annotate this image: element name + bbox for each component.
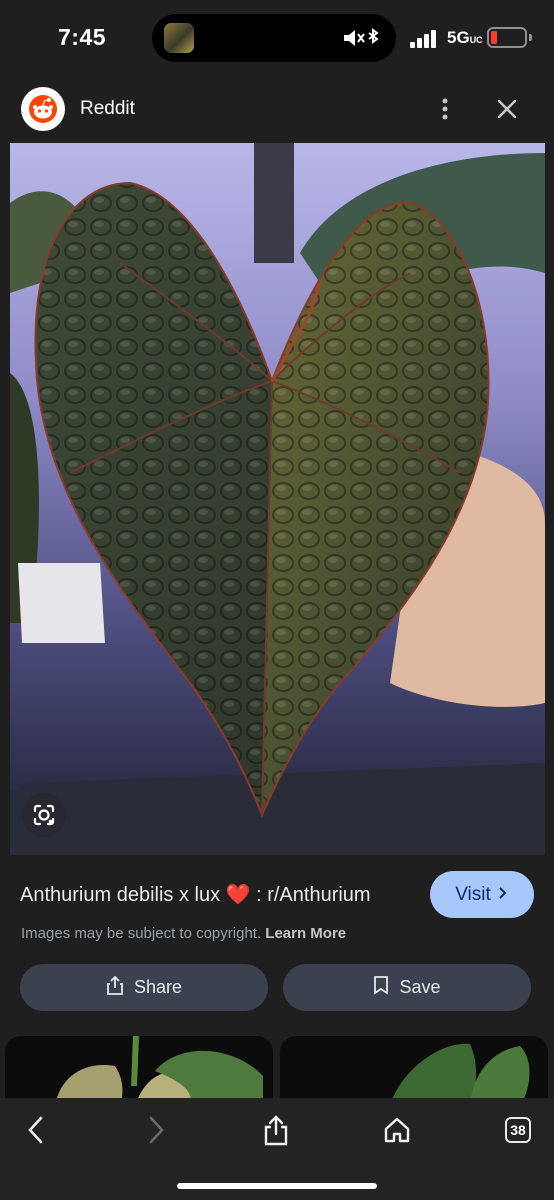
share-label: Share	[133, 977, 183, 997]
result-image[interactable]	[10, 143, 545, 855]
share-icon[interactable]	[256, 1110, 296, 1150]
tab-count: 38	[505, 1117, 531, 1143]
app-title: Reddit	[80, 98, 135, 119]
share-button[interactable]: Share	[20, 964, 268, 1011]
visit-label: Visit	[455, 883, 491, 905]
more-vert-icon[interactable]	[430, 94, 460, 124]
battery-cap	[529, 34, 532, 41]
dynamic-island[interactable]	[152, 14, 396, 62]
save-label: Save	[399, 977, 441, 997]
result-title[interactable]: Anthurium debilis x lux ❤️ : r/Anthurium	[20, 882, 371, 907]
home-icon[interactable]	[377, 1110, 417, 1150]
tabs-icon[interactable]: 38	[498, 1110, 538, 1150]
network-label: 5GUC	[447, 28, 483, 47]
forward-icon[interactable]	[136, 1110, 176, 1150]
reddit-logo-icon	[21, 87, 65, 131]
close-icon[interactable]	[492, 94, 522, 124]
visit-button[interactable]: Visit	[430, 871, 534, 918]
now-playing-thumbnail-icon[interactable]	[164, 23, 194, 53]
app-header: Reddit	[0, 78, 554, 142]
google-lens-icon[interactable]	[22, 793, 66, 837]
home-indicator[interactable]	[177, 1183, 377, 1189]
save-button[interactable]: Save	[283, 964, 531, 1011]
battery-icon	[487, 27, 527, 48]
related-image-thumbnail[interactable]	[280, 1036, 548, 1106]
related-image-thumbnail[interactable]	[5, 1036, 273, 1106]
share-icon	[106, 975, 124, 1000]
back-icon[interactable]	[16, 1110, 56, 1150]
copyright-text: Images may be subject to copyright.	[21, 925, 262, 942]
status-bar: 7:45 5GUC	[0, 0, 554, 78]
mute-bluetooth-icon	[342, 26, 382, 55]
chevron-right-icon	[497, 884, 509, 906]
copyright-notice: Images may be subject to copyright. Lear…	[21, 925, 346, 942]
battery-level	[491, 31, 497, 44]
learn-more-link[interactable]: Learn More	[265, 925, 346, 942]
bookmark-icon	[373, 975, 389, 1000]
signal-icon	[410, 30, 440, 53]
status-time: 7:45	[58, 24, 107, 50]
